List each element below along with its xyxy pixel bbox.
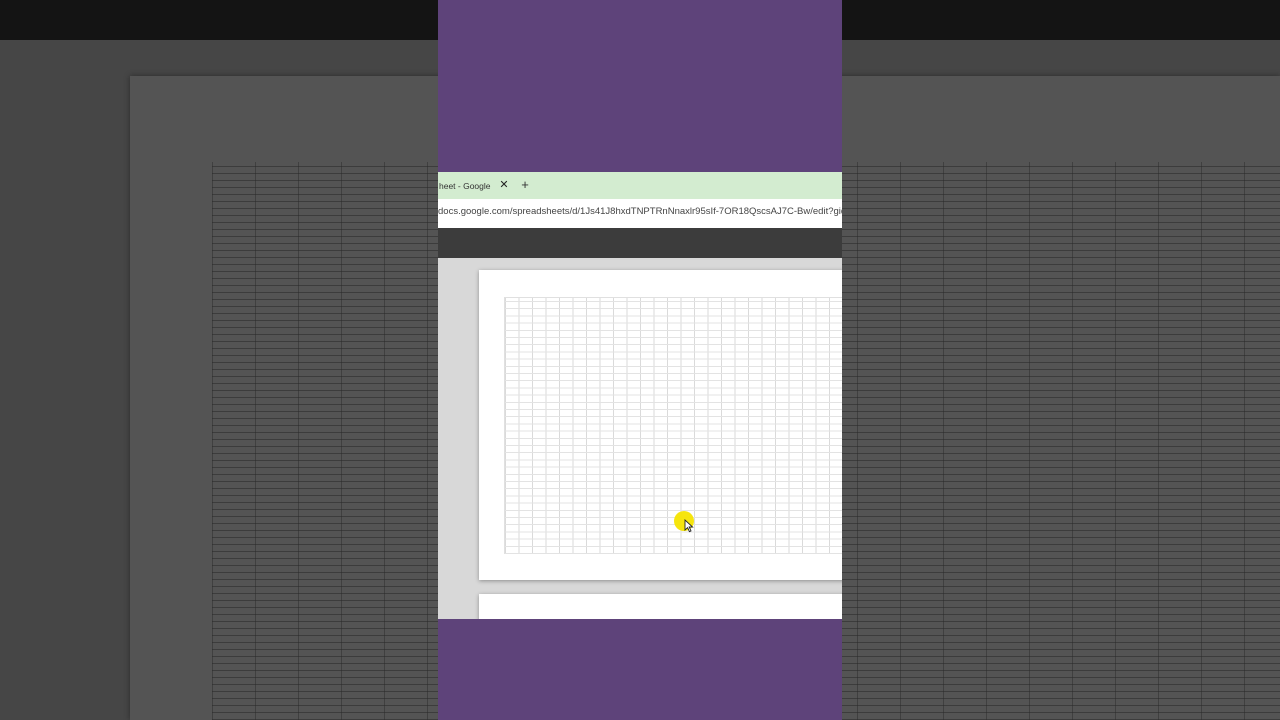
close-icon[interactable]: ✕ bbox=[498, 177, 510, 193]
address-bar[interactable]: docs.google.com/spreadsheets/d/1Js41J8hx… bbox=[438, 199, 842, 228]
url-text[interactable]: docs.google.com/spreadsheets/d/1Js41J8hx… bbox=[438, 206, 842, 217]
browser-tab[interactable]: heet - Google ✕ bbox=[438, 172, 514, 199]
mouse-pointer-icon bbox=[684, 519, 694, 533]
frame-bottom bbox=[438, 619, 842, 720]
sheet-grid bbox=[504, 297, 842, 554]
print-preview-toolbar bbox=[438, 228, 842, 258]
plus-icon[interactable]: + bbox=[518, 176, 532, 194]
preview-page-2 bbox=[479, 594, 842, 619]
tab-title: heet - Google bbox=[439, 180, 491, 191]
print-preview-area[interactable] bbox=[438, 258, 842, 619]
browser-tab-bar: heet - Google ✕ + bbox=[438, 172, 842, 199]
preview-page bbox=[479, 270, 842, 580]
video-frame: heet - Google ✕ + docs.google.com/spread… bbox=[438, 0, 842, 720]
